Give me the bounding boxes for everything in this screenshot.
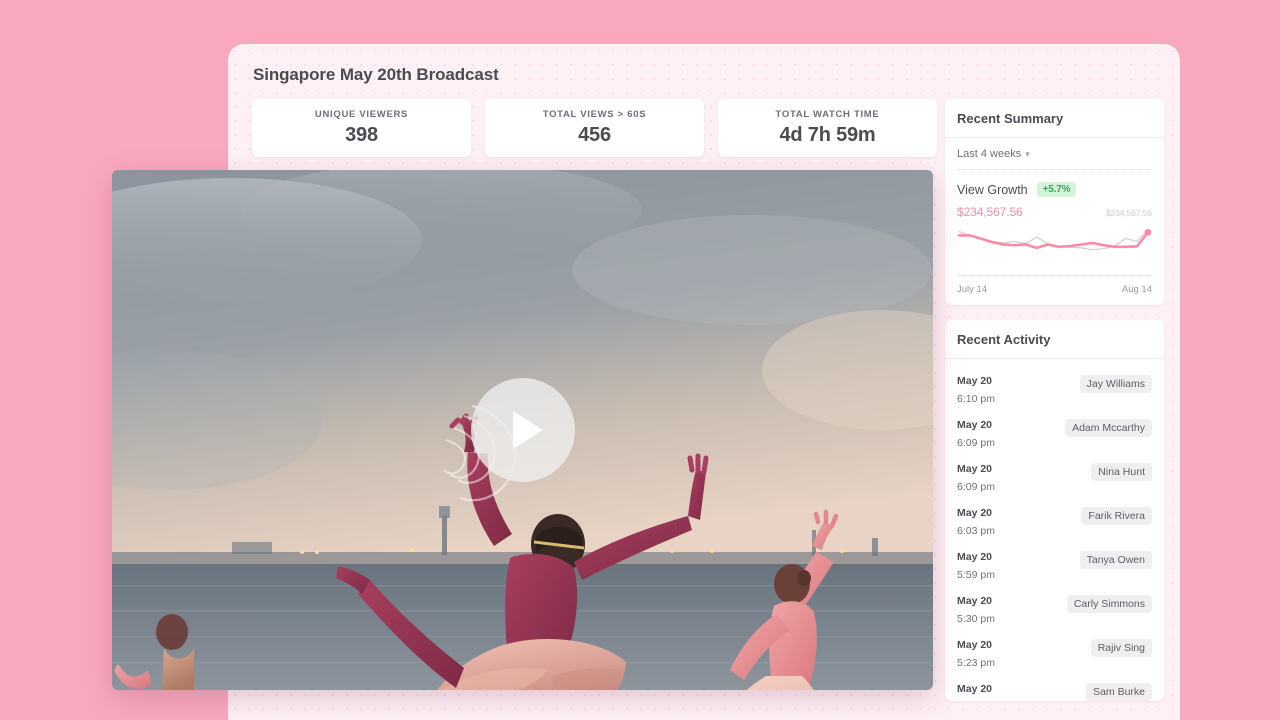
axis-end-label: Aug 14	[1122, 284, 1152, 295]
activity-list[interactable]: May 20 6:10 pm Jay Williams May 20 6:09 pm Ad…	[945, 359, 1164, 701]
activity-time: 5:59 pm	[957, 569, 995, 581]
activity-row[interactable]: May 20 Sam Burke	[957, 669, 1152, 701]
chevron-down-icon: ▾	[1025, 150, 1030, 159]
activity-date: May 20	[957, 551, 995, 563]
right-column: Recent Summary Last 4 weeks ▾ View Growt…	[945, 99, 1164, 701]
chart-axis-labels: July 14 Aug 14	[957, 275, 1152, 305]
stat-value: 4d 7h 59m	[779, 124, 875, 147]
activity-date: May 20	[957, 683, 992, 695]
activity-row-timestamp: May 20 6:09 pm	[957, 419, 995, 449]
activity-row-timestamp: May 20 6:10 pm	[957, 375, 995, 405]
stat-label: UNIQUE VIEWERS	[315, 109, 408, 120]
recent-activity-title: Recent Activity	[945, 320, 1164, 359]
activity-time: 6:03 pm	[957, 525, 995, 537]
activity-time: 5:30 pm	[957, 613, 995, 625]
activity-date: May 20	[957, 639, 995, 651]
status-badge: +5.7%	[1037, 182, 1077, 197]
activity-date: May 20	[957, 595, 995, 607]
date-range-label: Last 4 weeks	[957, 148, 1021, 160]
activity-date: May 20	[957, 375, 995, 387]
stat-card-total-views: TOTAL VIEWS > 60S 456	[485, 99, 704, 157]
stat-value: 398	[345, 124, 378, 147]
screen: Singapore May 20th Broadcast UNIQUE VIEW…	[0, 0, 1280, 720]
activity-user-tag[interactable]: Tanya Owen	[1080, 551, 1152, 569]
recent-summary-title: Recent Summary	[945, 99, 1164, 138]
stat-card-unique-viewers: UNIQUE VIEWERS 398	[252, 99, 471, 157]
view-growth-label: View Growth	[957, 183, 1028, 197]
view-growth-sparkline-chart	[957, 223, 1152, 269]
play-button[interactable]	[471, 378, 575, 482]
activity-row[interactable]: May 20 6:03 pm Farik Rivera	[957, 493, 1152, 537]
activity-row[interactable]: May 20 5:23 pm Rajiv Sing	[957, 625, 1152, 669]
stat-label: TOTAL VIEWS > 60S	[543, 109, 647, 120]
axis-start-label: July 14	[957, 284, 987, 295]
activity-row[interactable]: May 20 5:59 pm Tanya Owen	[957, 537, 1152, 581]
activity-date: May 20	[957, 463, 995, 475]
activity-time: 6:10 pm	[957, 393, 995, 405]
activity-row[interactable]: May 20 6:09 pm Adam Mccarthy	[957, 405, 1152, 449]
activity-row-timestamp: May 20 5:59 pm	[957, 551, 995, 581]
stat-label: TOTAL WATCH TIME	[776, 109, 880, 120]
activity-time: 6:09 pm	[957, 437, 995, 449]
activity-user-tag[interactable]: Adam Mccarthy	[1065, 419, 1152, 437]
page-title: Singapore May 20th Broadcast	[253, 65, 499, 85]
amount-primary: $234,567.56	[957, 205, 1023, 219]
date-range-dropdown[interactable]: Last 4 weeks ▾	[957, 148, 1152, 170]
activity-row[interactable]: May 20 6:09 pm Nina Hunt	[957, 449, 1152, 493]
recent-summary-card: Recent Summary Last 4 weeks ▾ View Growt…	[945, 99, 1164, 305]
stat-card-total-watch-time: TOTAL WATCH TIME 4d 7h 59m	[718, 99, 937, 157]
activity-user-tag[interactable]: Jay Williams	[1080, 375, 1152, 393]
stat-value: 456	[578, 124, 611, 147]
activity-date: May 20	[957, 419, 995, 431]
recent-activity-card: Recent Activity May 20 6:10 pm Jay William…	[945, 320, 1164, 701]
stat-card-group: UNIQUE VIEWERS 398 TOTAL VIEWS > 60S 456…	[252, 99, 942, 157]
activity-user-tag[interactable]: Sam Burke	[1086, 683, 1152, 701]
activity-date: May 20	[957, 507, 995, 519]
activity-user-tag[interactable]: Farik Rivera	[1081, 507, 1152, 525]
activity-time: 5:23 pm	[957, 657, 995, 669]
activity-row-timestamp: May 20	[957, 683, 992, 695]
recent-summary-body: Last 4 weeks ▾ View Growth +5.7% $234,56…	[945, 138, 1164, 305]
activity-row-timestamp: May 20 5:30 pm	[957, 595, 995, 625]
activity-user-tag[interactable]: Nina Hunt	[1091, 463, 1152, 481]
activity-row[interactable]: May 20 6:10 pm Jay Williams	[957, 361, 1152, 405]
activity-time: 6:09 pm	[957, 481, 995, 493]
play-icon	[513, 411, 543, 449]
activity-user-tag[interactable]: Carly Simmons	[1067, 595, 1152, 613]
activity-row-timestamp: May 20 6:09 pm	[957, 463, 995, 493]
activity-row[interactable]: May 20 5:30 pm Carly Simmons	[957, 581, 1152, 625]
activity-user-tag[interactable]: Rajiv Sing	[1091, 639, 1152, 657]
view-growth-row: View Growth +5.7%	[957, 182, 1152, 197]
activity-row-timestamp: May 20 5:23 pm	[957, 639, 995, 669]
video-player[interactable]	[112, 170, 933, 690]
activity-row-timestamp: May 20 6:03 pm	[957, 507, 995, 537]
amount-row: $234,567.56 $234,567.56	[957, 205, 1152, 219]
amount-secondary: $234,567.56	[1106, 208, 1152, 218]
